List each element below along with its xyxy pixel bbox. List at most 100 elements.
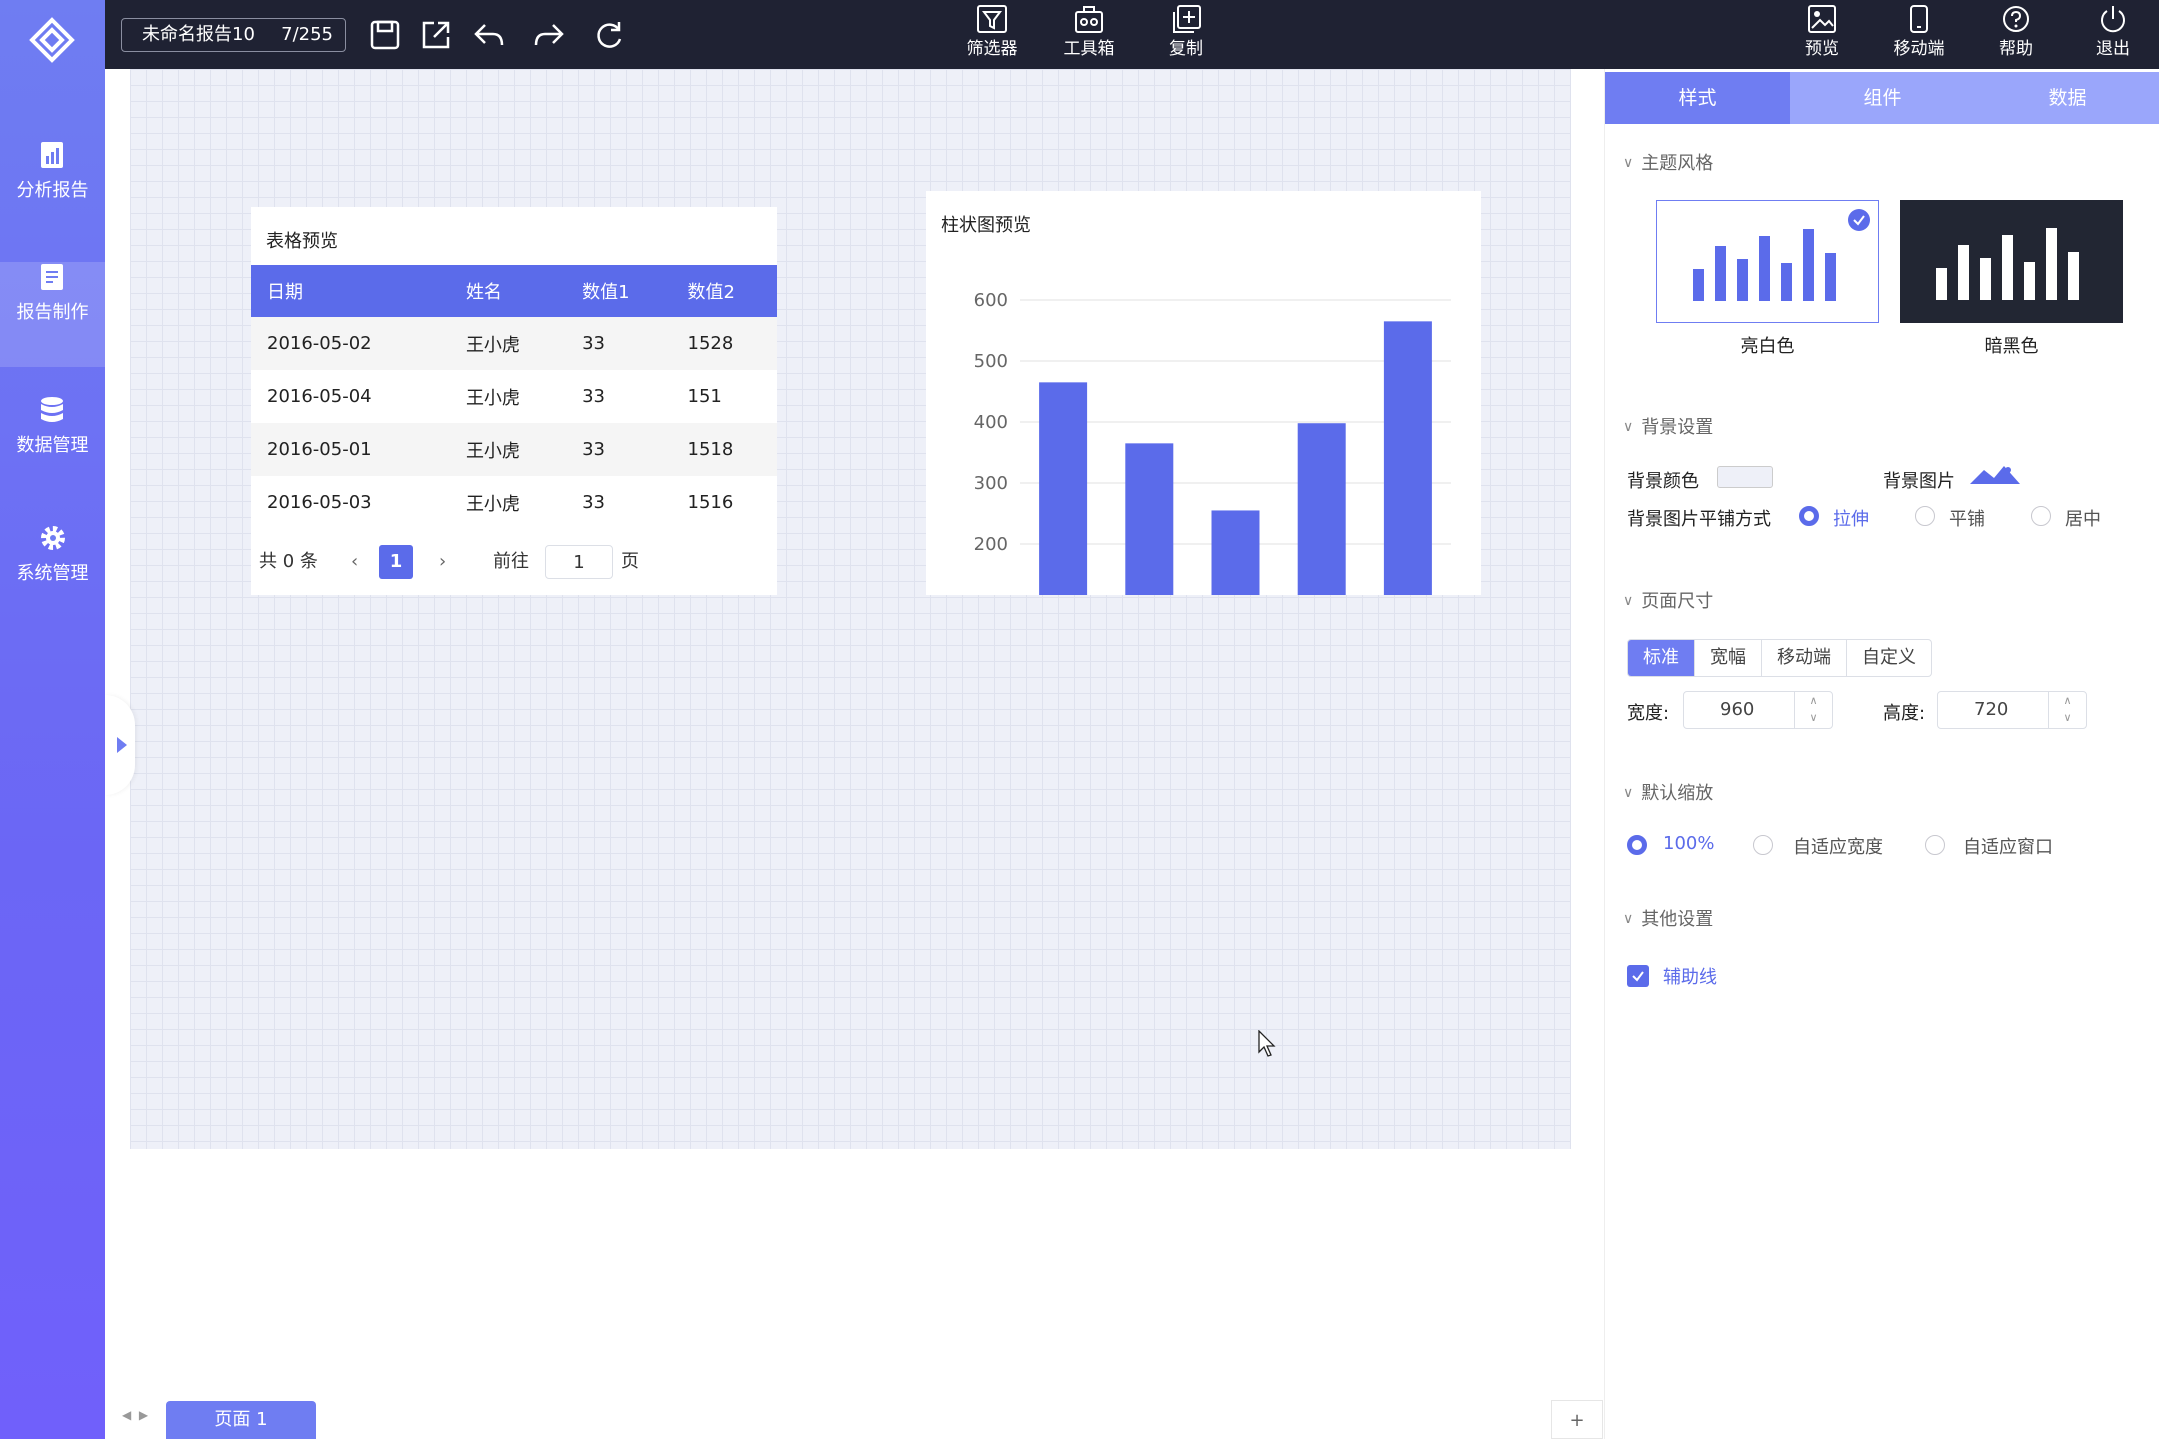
height-input[interactable]: 720 ∧ ∨ <box>1937 691 2087 729</box>
section-zoom-title: 默认缩放 <box>1641 783 1714 804</box>
table-cell: 王小虎 <box>449 317 567 370</box>
sidebar: 分析报告 报告制作 数据管理 系统管理 <box>0 0 105 1439</box>
mobile-label: 移动端 <box>1893 39 1945 59</box>
section-other[interactable]: ∨ 其他设置 <box>1623 905 1713 931</box>
preset-wide[interactable]: 宽幅 <box>1695 640 1762 676</box>
zoom-100-label: 100% <box>1663 833 1715 854</box>
column-header: 日期 <box>251 265 450 317</box>
tile-center-radio[interactable] <box>2031 506 2051 526</box>
table-cell: 1528 <box>671 317 777 370</box>
bar-chart-widget[interactable]: 柱状图预览 0100200300400500600周一周二周三周四周五 <box>926 191 1481 595</box>
sidebar-item-report-making[interactable]: 报告制作 <box>0 262 105 367</box>
help-button[interactable]: 帮助 <box>1976 2 2056 64</box>
table-cell: 1516 <box>687 492 734 513</box>
zoom-fit-window-radio[interactable] <box>1925 835 1945 855</box>
y-tick-label: 300 <box>974 473 1008 494</box>
theme-dark-card[interactable] <box>1900 200 2123 323</box>
page-tab[interactable]: 页面 1 <box>166 1401 316 1439</box>
logout-button[interactable]: 退出 <box>2073 2 2153 64</box>
properties-panel: 样式 组件 数据 ∨ 主题风格 亮白色 暗黑色 ∨ 背景设置 背景颜色 背景图片 背… <box>1604 69 2159 1439</box>
pager-goto-input[interactable]: 1 <box>545 545 613 579</box>
preview-button[interactable]: 预览 <box>1782 2 1862 64</box>
caret-right-icon <box>117 737 127 753</box>
width-label: 宽度: <box>1627 703 1670 724</box>
next-page-icon[interactable]: › <box>439 545 446 579</box>
tile-repeat-radio[interactable] <box>1915 506 1935 526</box>
sidebar-item-system-management[interactable]: 系统管理 <box>0 523 105 628</box>
add-page-button[interactable]: + <box>1551 1400 1603 1439</box>
width-stepper[interactable]: ∧ ∨ <box>1794 692 1832 728</box>
tab-components[interactable]: 组件 <box>1790 72 1975 124</box>
prev-page-icon[interactable]: ‹ <box>351 545 358 579</box>
section-other-title: 其他设置 <box>1641 909 1714 930</box>
sidebar-expander[interactable] <box>105 695 135 795</box>
height-stepper[interactable]: ∧ ∨ <box>2048 692 2086 728</box>
section-background[interactable]: ∨ 背景设置 <box>1623 413 1713 439</box>
selected-check-icon <box>1848 209 1870 231</box>
section-background-title: 背景设置 <box>1641 417 1714 438</box>
table-cell: 王小虎 <box>465 493 520 515</box>
section-zoom[interactable]: ∨ 默认缩放 <box>1623 779 1713 805</box>
help-label: 帮助 <box>1999 39 2033 59</box>
bg-tile-label: 背景图片平铺方式 <box>1627 509 1771 530</box>
theme-dark-label: 暗黑色 <box>1984 336 2039 357</box>
filter-icon <box>977 5 1007 33</box>
preset-standard[interactable]: 标准 <box>1628 640 1695 676</box>
report-canvas[interactable]: 表格预览 日期 姓名 数值1 数值2 2016-05-02 王小虎 33 152… <box>130 69 1571 1149</box>
filter-button[interactable]: 筛选器 <box>952 2 1032 64</box>
page-number-button[interactable]: 1 <box>379 545 413 579</box>
toolbox-button[interactable]: 工具箱 <box>1049 2 1129 64</box>
sidebar-item-label: 报告制作 <box>16 302 89 323</box>
mobile-button[interactable]: 移动端 <box>1879 2 1959 64</box>
height-label: 高度: <box>1883 703 1926 724</box>
table-cell: 1518 <box>671 423 777 476</box>
table-preview-widget[interactable]: 表格预览 日期 姓名 数值1 数值2 2016-05-02 王小虎 33 152… <box>251 207 777 595</box>
bar <box>1125 443 1174 595</box>
sidebar-item-data-management[interactable]: 数据管理 <box>0 395 105 500</box>
preset-mobile[interactable]: 移动端 <box>1762 640 1847 676</box>
dark-theme-bars-icon <box>1936 228 2079 300</box>
section-theme-title: 主题风格 <box>1641 153 1714 174</box>
tab-style[interactable]: 样式 <box>1605 72 1790 124</box>
bg-color-label: 背景颜色 <box>1627 471 1699 492</box>
light-theme-bars-icon <box>1693 229 1836 301</box>
pager-goto-label: 前往 <box>493 551 529 572</box>
column-header: 姓名 <box>449 265 567 317</box>
image-upload-icon[interactable] <box>1970 464 2020 486</box>
width-input[interactable]: 960 ∧ ∨ <box>1683 691 1833 729</box>
table-cell: 33 <box>566 423 672 476</box>
sidebar-item-label: 系统管理 <box>16 563 89 584</box>
tile-stretch-radio[interactable] <box>1799 506 1819 526</box>
table-cell: 2016-05-02 <box>251 317 450 370</box>
table-cell: 王小虎 <box>465 387 520 409</box>
redo-icon[interactable] <box>531 17 567 53</box>
theme-light-label: 亮白色 <box>1740 336 1795 357</box>
section-page-size-title: 页面尺寸 <box>1641 591 1714 612</box>
page-tab-scroll-icons[interactable]: ◀ ▶ <box>122 1408 148 1422</box>
zoom-fit-width-radio[interactable] <box>1753 835 1773 855</box>
y-tick-label: 500 <box>974 351 1008 372</box>
preview-table: 日期 姓名 数值1 数值2 2016-05-02 王小虎 33 1528 201… <box>251 265 777 529</box>
section-page-size[interactable]: ∨ 页面尺寸 <box>1623 587 1713 613</box>
guides-label: 辅助线 <box>1663 967 1717 988</box>
export-icon[interactable] <box>418 17 454 53</box>
bar-chart: 0100200300400500600周一周二周三周四周五 <box>974 290 1451 595</box>
copy-button[interactable]: 复制 <box>1146 2 1226 64</box>
section-theme[interactable]: ∨ 主题风格 <box>1623 149 1713 175</box>
mouse-cursor-icon <box>1258 1030 1276 1057</box>
report-name-input[interactable]: 未命名报告10 7/255 <box>121 18 346 52</box>
pager-total: 共 0 条 <box>259 551 318 572</box>
bg-image-label: 背景图片 <box>1883 471 1955 492</box>
theme-light-card[interactable] <box>1656 200 1879 323</box>
bg-color-swatch[interactable] <box>1717 466 1773 488</box>
tab-data[interactable]: 数据 <box>1975 72 2159 124</box>
sidebar-item-analysis-report[interactable]: 分析报告 <box>0 140 105 245</box>
copy-icon <box>1173 5 1201 33</box>
refresh-icon[interactable] <box>591 17 627 53</box>
save-icon[interactable] <box>367 17 403 53</box>
preset-custom[interactable]: 自定义 <box>1847 640 1931 676</box>
guides-checkbox[interactable] <box>1627 965 1649 987</box>
undo-icon[interactable] <box>471 17 507 53</box>
width-value: 960 <box>1720 699 1755 720</box>
zoom-100-radio[interactable] <box>1627 835 1647 855</box>
